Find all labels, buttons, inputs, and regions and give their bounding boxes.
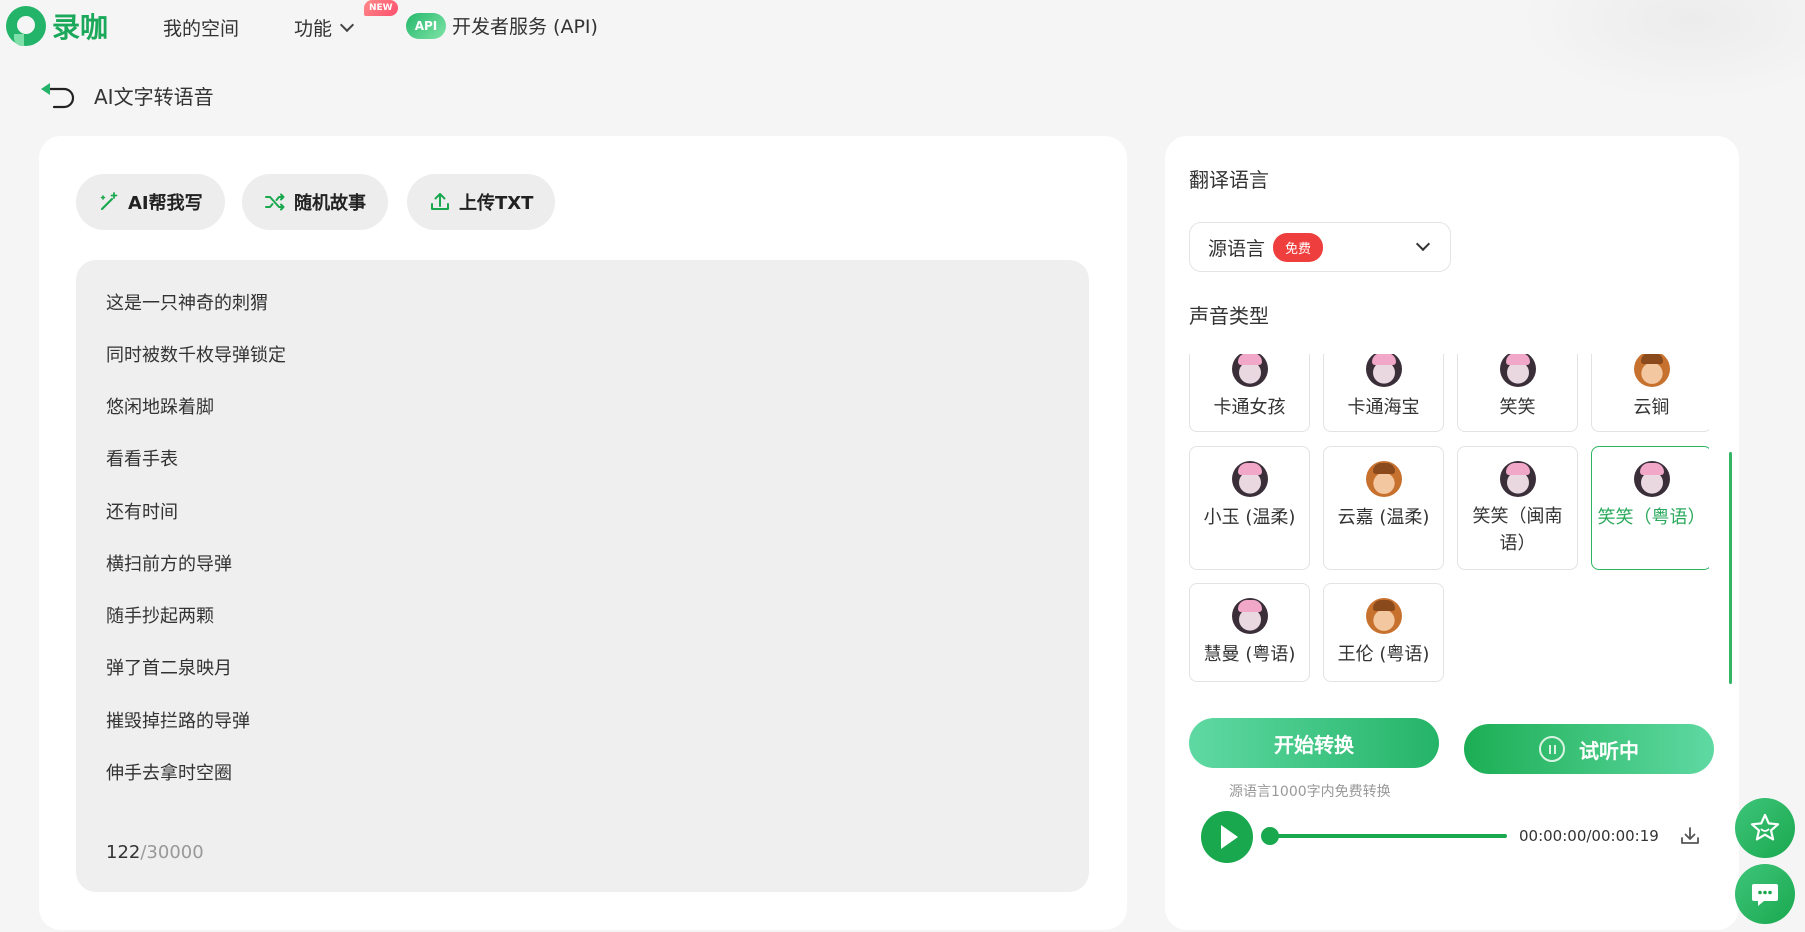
voice-avatar xyxy=(1231,354,1268,387)
voice-option[interactable]: 云锏 xyxy=(1591,354,1709,432)
voice-option-selected[interactable]: 笑笑（粤语） xyxy=(1591,446,1709,570)
voice-option[interactable]: 慧曼 (粤语) xyxy=(1189,583,1310,682)
script-line: 这是一只神奇的刺猬 xyxy=(106,293,268,314)
source-language-select[interactable]: 源语言 免费 xyxy=(1189,222,1451,272)
new-badge: NEW xyxy=(364,0,398,16)
settings-card: 翻译语言 源语言 免费 声音类型 卡通女孩 卡通海宝 笑笑 云锏 小玉 (温柔) xyxy=(1165,136,1739,930)
script-line: 横扫前方的导弹 xyxy=(106,554,232,575)
script-line: 随手抄起两颗 xyxy=(106,606,214,627)
script-textarea[interactable]: 这是一只神奇的刺猬 同时被数千枚导弹锁定 悠闲地跺着脚 看看手表 还有时间 横扫… xyxy=(76,260,1089,892)
script-line: 同时被数千枚导弹锁定 xyxy=(106,345,286,366)
random-story-label: 随机故事 xyxy=(294,193,366,214)
preview-listening-label: 试听中 xyxy=(1579,738,1639,763)
source-language-value: 源语言 xyxy=(1208,237,1266,260)
random-story-button[interactable]: 随机故事 xyxy=(242,174,388,230)
api-cloud-icon: API xyxy=(406,12,446,39)
nav-developer-api[interactable]: API 开发者服务 (API) xyxy=(406,12,598,39)
shuffle-icon xyxy=(265,193,285,211)
voice-name: 笑笑 xyxy=(1499,397,1536,418)
voice-name: 小玉 (温柔) xyxy=(1203,507,1296,528)
voice-option[interactable]: 云嘉 (温柔) xyxy=(1323,446,1444,570)
favorite-float-button[interactable] xyxy=(1735,798,1795,858)
text-editor-card: AI帮我写 随机故事 上传TXT 这是一只神奇的刺猬 同时被数千枚导弹锁定 悠闲… xyxy=(39,136,1127,930)
character-counter: 122/30000 xyxy=(106,842,204,863)
voice-option[interactable]: 卡通女孩 xyxy=(1189,354,1310,432)
voice-avatar xyxy=(1499,461,1536,497)
back-arrow-icon[interactable] xyxy=(38,80,78,110)
breadcrumb: AI文字转语音 xyxy=(38,80,214,110)
logo-icon xyxy=(6,6,46,46)
magic-wand-icon xyxy=(100,192,118,211)
voice-name: 慧曼 (粤语) xyxy=(1203,644,1296,665)
chat-float-button[interactable] xyxy=(1735,864,1795,924)
voice-avatar xyxy=(1633,461,1670,497)
character-count: 122 xyxy=(106,842,141,863)
voice-list-scrollbar[interactable] xyxy=(1729,452,1732,684)
voice-list[interactable]: 卡通女孩 卡通海宝 笑笑 云锏 小玉 (温柔) 云嘉 (温柔) 笑笑（闽南语） xyxy=(1189,354,1709,694)
voice-option[interactable]: 卡通海宝 xyxy=(1323,354,1444,432)
character-limit: /30000 xyxy=(140,842,204,863)
brand-name: 录咖 xyxy=(52,11,109,44)
upload-icon xyxy=(431,193,449,210)
nav-features-menu[interactable]: 功能 xyxy=(294,14,355,41)
script-line: 悠闲地跺着脚 xyxy=(106,397,214,418)
ai-write-label: AI帮我写 xyxy=(128,193,203,214)
top-navigation: 录咖 我的空间 功能 NEW API 开发者服务 (API) xyxy=(0,0,1805,56)
voice-option[interactable]: 笑笑（闽南语） xyxy=(1457,446,1578,570)
chevron-down-icon xyxy=(1415,236,1431,252)
audio-progress-handle[interactable] xyxy=(1261,827,1279,845)
script-line: 伸手去拿时空圈 xyxy=(106,763,232,784)
nav-developer-label: 开发者服务 (API) xyxy=(452,16,598,38)
voice-name: 笑笑（闽南语） xyxy=(1472,506,1563,554)
audio-player: 00:00:00/00:00:19 xyxy=(1201,811,1721,867)
voice-option[interactable]: 小玉 (温柔) xyxy=(1189,446,1310,570)
voice-name: 云锏 xyxy=(1633,397,1670,418)
preview-listening-button[interactable]: 试听中 xyxy=(1464,724,1714,774)
voice-name: 王伦 (粤语) xyxy=(1337,644,1430,665)
voice-name: 云嘉 (温柔) xyxy=(1337,507,1430,528)
voice-avatar xyxy=(1365,598,1402,634)
free-badge: 免费 xyxy=(1273,232,1324,262)
script-line: 摧毁掉拦路的导弹 xyxy=(106,711,250,732)
audio-progress-track[interactable] xyxy=(1265,834,1507,838)
voice-avatar xyxy=(1231,598,1268,634)
voice-avatar xyxy=(1365,354,1402,387)
nav-features-label: 功能 xyxy=(294,18,333,40)
voice-avatar xyxy=(1499,354,1536,387)
star-face-icon xyxy=(1750,813,1780,841)
voice-name: 卡通海宝 xyxy=(1347,397,1420,418)
voice-name: 卡通女孩 xyxy=(1213,397,1286,418)
upload-txt-button[interactable]: 上传TXT xyxy=(407,174,556,230)
voice-type-title: 声音类型 xyxy=(1189,304,1269,328)
page-title: AI文字转语音 xyxy=(94,84,214,109)
voice-option[interactable]: 笑笑 xyxy=(1457,354,1578,432)
script-line: 弹了首二泉映月 xyxy=(106,658,232,679)
free-conversion-note: 源语言1000字内免费转换 xyxy=(1229,784,1391,800)
ai-write-button[interactable]: AI帮我写 xyxy=(76,174,225,230)
start-convert-button[interactable]: 开始转换 xyxy=(1189,718,1439,768)
brand-logo[interactable]: 录咖 xyxy=(6,6,108,46)
upload-txt-label: 上传TXT xyxy=(459,193,534,214)
audio-time: 00:00:00/00:00:19 xyxy=(1519,827,1659,845)
play-icon[interactable] xyxy=(1201,811,1253,863)
download-icon[interactable] xyxy=(1679,825,1701,847)
pause-icon xyxy=(1539,736,1565,762)
voice-option[interactable]: 王伦 (粤语) xyxy=(1323,583,1444,682)
voice-name: 笑笑（粤语） xyxy=(1597,507,1706,528)
voice-avatar xyxy=(1231,461,1268,497)
chevron-down-icon xyxy=(339,17,355,32)
nav-my-space[interactable]: 我的空间 xyxy=(163,14,239,41)
voice-avatar xyxy=(1633,354,1670,387)
voice-avatar xyxy=(1365,461,1402,497)
translate-language-title: 翻译语言 xyxy=(1189,168,1269,192)
script-line: 还有时间 xyxy=(106,502,178,523)
script-line: 看看手表 xyxy=(106,449,178,470)
chat-bubble-icon xyxy=(1752,884,1778,906)
